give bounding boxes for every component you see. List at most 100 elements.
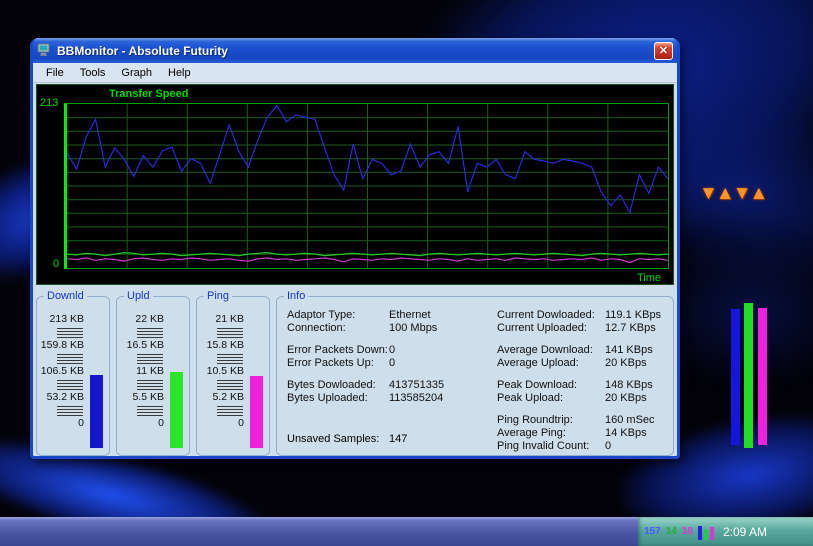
- scale-ticks: [217, 352, 243, 365]
- desktop-logo-icon: ▼▲▼▲: [699, 183, 766, 205]
- scale-ticks: [137, 378, 163, 391]
- unsaved-samples-label: Unsaved Samples:: [287, 433, 389, 445]
- info-label: Peak Download:: [497, 379, 605, 392]
- system-tray: 157 14 18 2:09 AM: [638, 517, 813, 546]
- upload-bar: [170, 372, 183, 448]
- menu-item-file[interactable]: File: [39, 65, 71, 81]
- ping-meter-label: Ping: [204, 290, 232, 302]
- download-meter-label: Downld: [44, 290, 87, 302]
- app-icon: [37, 43, 53, 58]
- taskbar: 157 14 18 2:09 AM: [0, 517, 813, 546]
- menu-item-help[interactable]: Help: [161, 65, 198, 81]
- desktop-widget-bar: [758, 308, 767, 445]
- panels-row: Downld 213 KB 159.8 KB 106.5 KB 53.2 KB 0 Up…: [33, 287, 677, 456]
- info-value: 20 KBps: [605, 392, 647, 405]
- info-row: Error Packets Down:0: [287, 344, 495, 357]
- scale-ticks: [137, 352, 163, 365]
- info-label: Current Uploaded:: [497, 322, 605, 335]
- info-label: Connection:: [287, 322, 389, 335]
- unsaved-samples-value: 147: [389, 433, 407, 445]
- graph-title: Transfer Speed: [109, 88, 188, 100]
- info-row: Average Ping:14 KBps: [497, 427, 669, 440]
- info-row: Error Packets Up:0: [287, 357, 495, 370]
- scale-label: 159.8 KB: [41, 339, 84, 352]
- info-label: Bytes Dowloaded:: [287, 379, 389, 392]
- info-left-column: Adaptor Type:EthernetConnection:100 Mbps…: [287, 309, 495, 405]
- info-label: Average Download:: [497, 344, 605, 357]
- bbmonitor-window: BBMonitor - Absolute Futurity ✕ FileTool…: [30, 38, 680, 459]
- scale-label: 0: [238, 417, 244, 430]
- scale-label: 5.5 KB: [132, 391, 164, 404]
- tray-download-value: 157: [644, 526, 661, 537]
- info-value: 0: [605, 440, 611, 453]
- menu-item-tools[interactable]: Tools: [73, 65, 113, 81]
- scale-label: 106.5 KB: [41, 365, 84, 378]
- scale-label: 5.2 KB: [212, 391, 244, 404]
- info-value: 100 Mbps: [389, 322, 437, 335]
- tray-meter-icon: [698, 524, 714, 540]
- tray-bar: [698, 526, 702, 540]
- info-row: Peak Download:148 KBps: [497, 379, 669, 392]
- scale-ticks: [57, 352, 83, 365]
- close-button[interactable]: ✕: [654, 42, 673, 60]
- scale-ticks: [217, 378, 243, 391]
- tray-ping-value: 18: [682, 526, 693, 537]
- tray-upload-value: 14: [666, 526, 677, 537]
- clock: 2:09 AM: [723, 525, 767, 539]
- title-bar[interactable]: BBMonitor - Absolute Futurity ✕: [33, 38, 677, 63]
- info-value: 160 mSec: [605, 414, 655, 427]
- scale-label: 22 KB: [135, 313, 164, 326]
- info-label: Average Upload:: [497, 357, 605, 370]
- tray-bar: [704, 529, 708, 540]
- scale-ticks: [57, 326, 83, 339]
- info-label: Peak Upload:: [497, 392, 605, 405]
- y-axis-max-label: 213: [40, 97, 58, 109]
- scale-ticks: [217, 404, 243, 417]
- desktop-meter-widget: [728, 300, 780, 450]
- scale-label: 21 KB: [215, 313, 244, 326]
- scale-label: 16.5 KB: [127, 339, 164, 352]
- info-row: Connection:100 Mbps: [287, 322, 495, 335]
- info-value: 119.1 KBps: [605, 309, 661, 322]
- info-label: Current Dowloaded:: [497, 309, 605, 322]
- scale-label: 0: [78, 417, 84, 430]
- scale-label: 53.2 KB: [47, 391, 84, 404]
- info-label: Error Packets Up:: [287, 357, 389, 370]
- info-row: Average Upload:20 KBps: [497, 357, 669, 370]
- scale-label: 213 KB: [50, 313, 84, 326]
- info-value: 20 KBps: [605, 357, 647, 370]
- info-value: Ethernet: [389, 309, 431, 322]
- desktop: ▼▲▼▲ BBMonitor - Absolute Futurity ✕ Fil…: [0, 0, 813, 546]
- info-label: Average Ping:: [497, 427, 605, 440]
- info-value: 113585204: [389, 392, 443, 405]
- info-label: Error Packets Down:: [287, 344, 389, 357]
- info-value: 12.7 KBps: [605, 322, 656, 335]
- scale-ticks: [217, 326, 243, 339]
- ping-bar: [250, 376, 263, 448]
- info-row: Ping Roundtrip:160 mSec: [497, 414, 669, 427]
- plot-area: [64, 103, 669, 269]
- info-panel-label: Info: [284, 290, 308, 302]
- transfer-speed-graph: Transfer Speed 213 0 Time: [36, 84, 674, 285]
- info-value: 0: [389, 344, 395, 357]
- scale-ticks: [57, 404, 83, 417]
- scale-ticks: [57, 378, 83, 391]
- menu-item-graph[interactable]: Graph: [114, 65, 159, 81]
- info-row: Bytes Uploaded:113585204: [287, 392, 495, 405]
- ping-meter: Ping 21 KB15.8 KB10.5 KB5.2 KB0: [196, 296, 270, 456]
- upload-meter-label: Upld: [124, 290, 153, 302]
- scale-ticks: [137, 404, 163, 417]
- scale-label: 10.5 KB: [207, 365, 244, 378]
- window-title: BBMonitor - Absolute Futurity: [53, 44, 654, 58]
- download-meter: Downld 213 KB159.8 KB106.5 KB53.2 KB0: [36, 296, 110, 456]
- info-value: 14 KBps: [605, 427, 647, 440]
- info-panel: Info Adaptor Type:EthernetConnection:100…: [276, 296, 674, 456]
- desktop-widget-bar: [731, 309, 740, 445]
- upload-meter: Upld 22 KB16.5 KB11 KB5.5 KB0: [116, 296, 190, 456]
- info-value: 413751335: [389, 379, 444, 392]
- info-label: Ping Roundtrip:: [497, 414, 605, 427]
- info-label: Ping Invalid Count:: [497, 440, 605, 453]
- x-axis-label: Time: [637, 272, 661, 284]
- info-row: Ping Invalid Count:0: [497, 440, 669, 453]
- info-value: 0: [389, 357, 395, 370]
